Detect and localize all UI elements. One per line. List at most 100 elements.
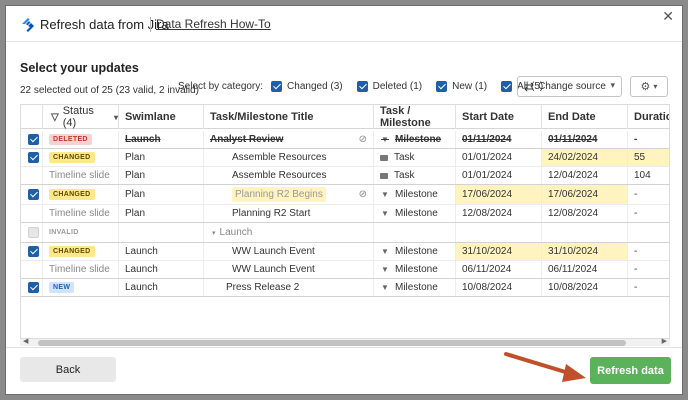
scroll-left-icon[interactable]: ◀ [23,337,28,345]
row-checkbox-cell[interactable] [21,279,43,296]
end-date-cell: 01/11/2024 [542,131,628,148]
milestone-icon: ▼ [381,135,389,144]
status-cell: Timeline slide [43,205,119,222]
table-header: ▽ Status (4) ▾ Swimlane Task/Milestone T… [21,105,669,129]
header-type[interactable]: Task / Milestone [374,105,456,129]
duration-cell: 55 [628,149,669,166]
swap-arrows-icon: ⇄ [524,79,535,94]
header-title[interactable]: Task/Milestone Title [204,105,374,129]
header-checkbox-col [21,105,43,129]
duration-cell: - [634,282,638,293]
change-source-dropdown[interactable]: ⇄ Change source ▾ [517,76,622,97]
start-date-cell: 10/08/2024 [456,279,542,296]
row-checkbox[interactable] [28,282,39,293]
start-date-cell: 01/01/2024 [456,149,542,166]
dialog-titlebar: Refresh data from Jira Data Refresh How-… [6,6,682,42]
table-row: Timeline slide Plan Planning R2 Start ▼ M… [21,205,669,223]
type-cell: ▼ Milestone [374,243,456,260]
refresh-data-button[interactable]: Refresh data [590,357,671,384]
table-row[interactable]: CHANGED Plan Planning R2 Begins ⊘ ▼ Miles… [21,185,669,205]
filter-changed[interactable]: Changed (3) [271,81,343,92]
filter-deleted-label: Deleted (1) [372,81,423,92]
end-date-cell: 10/08/2024 [542,279,628,296]
title-text: Launch [219,227,253,238]
row-checkbox[interactable] [28,246,39,257]
type-text: Milestone [395,134,442,145]
table-row[interactable]: NEW Launch Press Release 2 ▼ Milestone 10… [21,279,669,297]
filter-icon[interactable]: ▽ [51,112,59,123]
type-text: Task [394,152,415,163]
type-cell: Task [374,149,456,166]
type-cell: ▼ Milestone [374,261,456,278]
row-checkbox-cell[interactable] [21,149,43,166]
duration-cell [628,223,669,242]
swimlane-cell [119,223,204,242]
change-source-label: Change source [538,81,606,92]
table-row[interactable]: CHANGED Launch WW Launch Event ▼ Mileston… [21,243,669,261]
status-cell: DELETED [43,131,119,148]
type-cell: ▼ Milestone [374,131,456,148]
pointer-arrow-icon [504,352,586,382]
milestone-icon: ▼ [381,265,389,274]
end-date-cell: 31/10/2024 [542,243,628,260]
header-status[interactable]: ▽ Status (4) ▾ [43,105,119,129]
title-text: Analyst Review [210,134,284,145]
start-date-cell: 01/11/2024 [456,131,542,148]
status-cell: NEW [43,279,119,296]
table-row: Timeline slide Plan Assemble Resources T… [21,167,669,185]
type-text: Milestone [395,246,438,257]
horizontal-scrollbar[interactable]: ◀ ▶ [20,338,670,346]
filter-deleted[interactable]: Deleted (1) [356,81,423,92]
milestone-icon: ▼ [381,190,389,199]
chevron-down-icon: ▾ [212,229,216,237]
type-cell: Task [374,167,456,184]
header-end-date[interactable]: End Date [542,105,628,129]
type-text: Milestone [395,264,438,275]
row-checkbox-cell[interactable] [21,185,43,204]
header-start-date[interactable]: Start Date [456,105,542,129]
table-row[interactable]: DELETED Launch Analyst Review ⊘ ▼ Milesto… [21,131,669,149]
close-icon[interactable]: ✕ [662,8,674,25]
status-badge: CHANGED [49,246,95,257]
chevron-down-icon: ▾ [610,80,615,90]
table-row[interactable]: CHANGED Plan Assemble Resources Task 01/… [21,149,669,167]
end-date-cell: 12/08/2024 [542,205,628,222]
start-date-cell: 06/11/2024 [456,261,542,278]
back-button[interactable]: Back [20,357,116,382]
swimlane-cell: Launch [119,261,204,278]
row-checkbox-cell[interactable] [21,243,43,260]
chevron-down-icon[interactable]: ▾ [114,113,118,122]
header-duration[interactable]: Duration (d [628,105,669,129]
task-icon [380,172,388,179]
checkbox-new[interactable] [436,81,448,92]
swimlane-cell: Launch [119,243,204,260]
row-checkbox-cell [21,167,43,184]
row-checkbox[interactable] [28,189,39,200]
header-swimlane[interactable]: Swimlane [119,105,204,129]
row-checkbox[interactable] [28,134,39,145]
ban-icon: ⊘ [358,189,367,200]
header-status-label: Status (4) [62,105,94,129]
title-cell: Press Release 2 [204,279,374,296]
row-checkbox-cell[interactable] [21,131,43,148]
duration-cell: - [634,264,638,275]
checkbox-changed[interactable] [271,81,283,92]
row-checkbox[interactable] [28,152,39,163]
swimlane-cell: Plan [119,185,204,204]
howto-link[interactable]: Data Refresh How-To [156,17,271,31]
refresh-dialog: Refresh data from Jira Data Refresh How-… [5,5,683,395]
duration-cell: - [634,189,638,200]
status-badge: INVALID [49,229,79,236]
filter-new[interactable]: New (1) [436,81,487,92]
settings-button[interactable]: ⚙ ▾ [630,76,668,97]
duration-cell: - [634,134,638,145]
title-cell: Assemble Resources [204,167,374,184]
checkbox-deleted[interactable] [356,81,368,92]
status-badge: NEW [49,282,75,293]
jira-logo-icon [22,18,34,32]
scrollbar-thumb[interactable] [38,340,626,346]
scroll-right-icon[interactable]: ▶ [662,337,667,345]
milestone-icon: ▼ [381,283,389,292]
status-cell: Timeline slide [43,167,119,184]
checkbox-all[interactable] [501,81,513,92]
